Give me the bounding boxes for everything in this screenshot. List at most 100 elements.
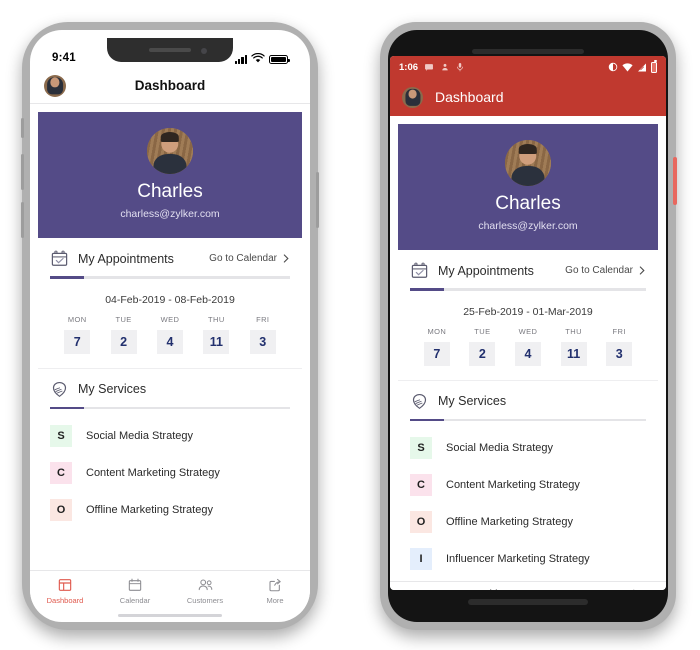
day-count: 11	[203, 329, 230, 354]
avatar[interactable]	[402, 86, 423, 108]
calendar-icon	[128, 578, 142, 591]
front-camera-icon	[201, 47, 207, 54]
tab-label: Calendar	[119, 596, 151, 605]
dashboard-icon	[58, 579, 72, 591]
day-cell[interactable]: WED 4	[156, 314, 183, 354]
tab-calendar[interactable]: Calendar	[459, 588, 528, 590]
dnd-icon	[608, 62, 618, 72]
list-item[interactable]: S Social Media Strategy	[410, 429, 646, 466]
iphone-device: 9:41 Dashboard Charles charless@zylker.c…	[21, 22, 319, 630]
day-count: 4	[156, 329, 183, 354]
day-cell[interactable]: THU 11	[560, 326, 587, 366]
chevron-right-icon	[639, 266, 645, 275]
service-initial-badge: I	[410, 547, 432, 570]
appointments-section: My Appointments Go to Calendar 04-Feb-20…	[38, 238, 302, 368]
tab-bar: Dashboard Calendar	[30, 569, 310, 614]
appointments-title: My Appointments	[78, 251, 174, 266]
list-item[interactable]: S Social Media Strategy	[50, 417, 290, 454]
day-label: WED	[518, 326, 538, 336]
tab-bar: Dashboard Calendar	[390, 581, 666, 590]
go-to-calendar-link[interactable]: Go to Calendar	[565, 265, 646, 276]
tab-dashboard[interactable]: Dashboard	[390, 588, 459, 590]
day-cell[interactable]: MON 7	[423, 326, 450, 366]
android-power-button[interactable]	[673, 157, 677, 205]
day-cell[interactable]: TUE 2	[110, 315, 137, 354]
day-count: 3	[249, 329, 276, 354]
page-title: Dashboard	[435, 89, 504, 105]
status-time: 1:06	[399, 61, 419, 73]
profile-avatar[interactable]	[147, 128, 193, 174]
chevron-right-icon	[283, 254, 289, 263]
day-label: THU	[565, 326, 582, 336]
appointments-section: My Appointments Go to Calendar 25-Feb-20…	[398, 250, 658, 380]
day-cell[interactable]: FRI 3	[606, 327, 633, 366]
tab-label: More	[266, 596, 284, 605]
tab-more[interactable]: More	[240, 577, 310, 605]
wifi-icon	[622, 62, 633, 71]
day-cell[interactable]: FRI 3	[249, 314, 276, 354]
day-cell[interactable]: WED 4	[514, 326, 541, 366]
day-label: TUE	[474, 326, 491, 336]
list-item[interactable]: O Offline Marketing Strategy	[50, 491, 290, 528]
service-name: Offline Marketing Strategy	[86, 503, 213, 516]
android-device: 1:06 Dashboard Charles charless@zylker.c…	[380, 22, 677, 630]
iphone-power-button[interactable]	[316, 172, 319, 228]
tab-calendar[interactable]: Calendar	[100, 577, 170, 605]
android-app-bar: Dashboard	[390, 78, 666, 116]
service-initial-badge: S	[410, 436, 432, 459]
iphone-volume-down-button[interactable]	[21, 202, 24, 238]
profile-email: charless@zylker.com	[120, 208, 220, 220]
day-label: WED	[160, 314, 180, 324]
list-item[interactable]: C Content Marketing Strategy	[50, 454, 290, 491]
day-label: FRI	[256, 314, 270, 324]
earpiece-speaker	[149, 48, 191, 52]
android-status-bar: 1:06	[390, 56, 666, 78]
ios-nav-bar: Dashboard	[30, 68, 310, 104]
service-initial-badge: S	[50, 424, 72, 447]
list-item[interactable]: I Influencer Marketing Strategy	[410, 540, 646, 577]
day-cell[interactable]: THU 11	[203, 315, 230, 354]
services-list: S Social Media Strategy C Content Market…	[410, 423, 646, 581]
service-initial-badge: O	[410, 510, 432, 533]
message-icon	[425, 64, 433, 71]
microphone-icon	[457, 63, 463, 72]
tab-more[interactable]: More	[597, 588, 666, 590]
day-count: 11	[560, 341, 587, 366]
appointments-date-range: 25-Feb-2019 - 01-Mar-2019	[463, 305, 593, 318]
profile-email: charless@zylker.com	[478, 220, 578, 232]
day-cell[interactable]: MON 7	[64, 315, 91, 354]
avatar[interactable]	[44, 74, 66, 97]
service-name: Influencer Marketing Strategy	[446, 552, 590, 565]
day-count: 2	[110, 329, 137, 354]
list-item[interactable]: O Offline Marketing Strategy	[410, 503, 646, 540]
go-to-calendar-link[interactable]: Go to Calendar	[209, 253, 290, 264]
iphone-volume-up-button[interactable]	[21, 154, 24, 190]
profile-avatar[interactable]	[505, 140, 551, 186]
services-handshake-icon	[52, 381, 67, 397]
person-pin-icon	[442, 63, 448, 71]
tab-dashboard[interactable]: Dashboard	[30, 577, 100, 605]
tab-label: Dashboard	[46, 596, 84, 605]
wifi-icon	[251, 53, 265, 63]
cellular-bars-icon	[234, 55, 247, 64]
service-initial-badge: C	[50, 461, 72, 484]
customers-icon	[555, 588, 571, 590]
calendar-check-icon	[51, 250, 68, 266]
services-handshake-icon	[412, 393, 427, 409]
service-initial-badge: C	[410, 473, 432, 496]
home-indicator[interactable]	[118, 613, 222, 617]
services-title: My Services	[438, 394, 507, 408]
service-name: Content Marketing Strategy	[446, 478, 580, 491]
service-name: Content Marketing Strategy	[86, 466, 220, 479]
iphone-silent-switch[interactable]	[21, 118, 24, 138]
list-item[interactable]: C Content Marketing Strategy	[410, 466, 646, 503]
go-to-calendar-label: Go to Calendar	[209, 253, 277, 264]
day-cell[interactable]: TUE 2	[469, 326, 496, 366]
day-count: 3	[606, 341, 633, 366]
tab-customers[interactable]: Customers	[528, 588, 597, 590]
tab-customers[interactable]: Customers	[170, 577, 240, 605]
appointments-date-range: 04-Feb-2019 - 08-Feb-2019	[105, 293, 235, 306]
calendar-icon	[490, 589, 497, 590]
services-section: My Services S Social Media Strategy C Co…	[398, 379, 658, 581]
day-label: MON	[427, 326, 447, 336]
